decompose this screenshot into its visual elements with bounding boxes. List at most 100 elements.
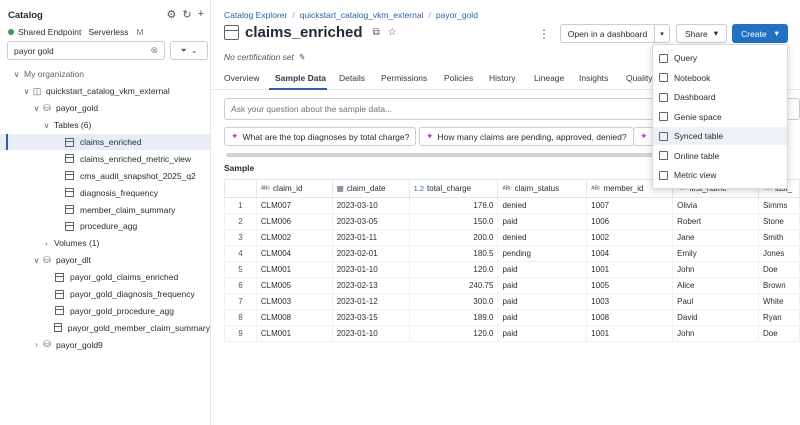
- table-icon: [65, 221, 74, 231]
- create-menu-item[interactable]: Genie space: [653, 108, 787, 126]
- edit-icon[interactable]: ✎: [298, 52, 305, 63]
- table-row: 6 CLM005 2023-02-13 240.75 paid 1005 Alice Brow…: [224, 277, 800, 294]
- table-cell: Stone: [757, 213, 800, 230]
- tree-item[interactable]: procedure_agg: [0, 218, 210, 235]
- tree-item[interactable]: payor_gold_procedure_agg: [0, 302, 210, 319]
- dashboard-icon: [659, 92, 668, 102]
- column-header[interactable]: ▦ claim_date: [331, 179, 410, 198]
- column-header[interactable]: ᴬᴮᶜ claim_id: [255, 179, 333, 198]
- create-button[interactable]: Create ▾: [732, 24, 788, 43]
- clear-search-icon[interactable]: ⊗: [150, 45, 158, 56]
- chevron-down-icon[interactable]: ∨: [42, 121, 51, 130]
- table-cell: 180.5: [408, 245, 499, 262]
- create-menu-item[interactable]: Dashboard: [653, 88, 787, 106]
- breadcrumb-item[interactable]: quickstart_catalog_vkm_external: [300, 10, 424, 20]
- tab-quality[interactable]: Quality: [626, 73, 652, 83]
- chevron-right-icon[interactable]: ›: [32, 340, 41, 349]
- row-number: 8: [224, 309, 257, 326]
- tree-item[interactable]: payor_gold_diagnosis_frequency: [0, 286, 210, 303]
- table-cell: 2023-01-12: [331, 293, 410, 310]
- chevron-right-icon[interactable]: ›: [42, 239, 51, 248]
- star-icon[interactable]: ☆: [388, 27, 397, 38]
- create-menu-item[interactable]: Synced table: [653, 127, 787, 145]
- catalog-icon: ◫: [32, 85, 42, 96]
- suggestion-chip[interactable]: ✦ How many claims are pending, approved,…: [419, 127, 634, 146]
- table-icon: [55, 272, 64, 282]
- create-menu-item[interactable]: Notebook: [653, 69, 787, 87]
- breadcrumb-item[interactable]: Catalog Explorer: [224, 10, 287, 20]
- tree-item[interactable]: claims_enriched: [0, 133, 210, 151]
- table-cell: 2023-01-10: [331, 261, 410, 278]
- filter-button[interactable]: ⏷ ⌄: [170, 41, 208, 60]
- menu-item-label: Synced table: [674, 131, 724, 141]
- table-cell: CLM006: [255, 213, 333, 230]
- chevron-down-icon[interactable]: ∨: [12, 70, 21, 79]
- table-cell: paid: [497, 277, 588, 294]
- share-button[interactable]: Share ▾: [676, 24, 727, 43]
- settings-icon[interactable]: ⚙: [166, 8, 176, 21]
- tree-item[interactable]: › ⛁ payor_gold9: [0, 336, 210, 353]
- table-icon: [65, 188, 74, 198]
- table-cell: Simms: [757, 197, 800, 214]
- more-options-icon[interactable]: ⋮: [538, 27, 550, 41]
- suggestion-chip[interactable]: ✦ What are the top diagnoses by total ch…: [224, 127, 417, 146]
- chevron-down-icon[interactable]: ∨: [32, 104, 41, 113]
- schema-icon: ⛁: [43, 254, 51, 265]
- open-in-dashboard-button[interactable]: Open in a dashboard: [560, 24, 655, 43]
- menu-item-label: Query: [674, 53, 698, 63]
- table-row: 8 CLM008 2023-03-15 189.0 paid 1008 David Ryan: [224, 309, 800, 326]
- tab-history[interactable]: History: [489, 73, 515, 83]
- create-menu-item[interactable]: Metric view: [653, 166, 787, 184]
- tree-item[interactable]: ∨ ◫ quickstart_catalog_vkm_external: [0, 83, 210, 100]
- tree-item-label: member_claim_summary: [80, 204, 176, 215]
- tree-item[interactable]: member_claim_summary: [0, 201, 210, 218]
- table-cell: 120.0: [408, 261, 499, 278]
- tree-item[interactable]: payor_gold_claims_enriched: [0, 269, 210, 286]
- horizontal-scrollbar[interactable]: [226, 153, 656, 157]
- chevron-down-icon[interactable]: ∨: [22, 87, 31, 96]
- chip-label: What are the top diagnoses by total char…: [242, 131, 410, 142]
- tab-insights[interactable]: Insights: [579, 73, 608, 83]
- tree-item[interactable]: › Volumes (1): [0, 235, 210, 252]
- column-header[interactable]: ᴬᴮᶜ claim_status: [497, 179, 588, 198]
- endpoint-extra: M: [136, 27, 144, 37]
- schema-icon: ⛁: [43, 339, 51, 350]
- tree-item[interactable]: ∨ ⛁ payor_gold: [0, 100, 210, 117]
- tab-lineage[interactable]: Lineage: [534, 73, 564, 83]
- copy-icon[interactable]: ⧉: [373, 27, 380, 38]
- tree-item[interactable]: claims_enriched_metric_view: [0, 150, 210, 167]
- table-cell: 2023-03-15: [331, 309, 410, 326]
- tab-overview[interactable]: Overview: [224, 73, 259, 83]
- tree-item[interactable]: ∨ My organization: [0, 66, 210, 83]
- table-row: 2 CLM006 2023-03-05 150.0 paid 1006 Robert Ston…: [224, 213, 800, 230]
- row-number: 2: [224, 213, 257, 230]
- online-table-icon: [659, 151, 668, 160]
- add-icon[interactable]: +: [198, 8, 204, 21]
- menu-item-label: Online table: [674, 150, 720, 161]
- catalog-search-input[interactable]: payor gold ⊗: [7, 41, 165, 60]
- tab-sample-data[interactable]: Sample Data: [275, 73, 326, 83]
- breadcrumb-item[interactable]: payor_gold: [436, 10, 478, 20]
- column-header[interactable]: 1.2 total_charge: [408, 179, 499, 198]
- chevron-down-icon[interactable]: ∨: [32, 256, 41, 265]
- table-cell: 176.0: [408, 197, 499, 214]
- tab-permissions[interactable]: Permissions: [381, 73, 427, 83]
- tab-details[interactable]: Details: [339, 73, 365, 83]
- tree-item[interactable]: diagnosis_frequency: [0, 184, 210, 201]
- tree-item[interactable]: ∨ ⛁ payor_dlt: [0, 252, 210, 269]
- tree-item[interactable]: cms_audit_snapshot_2025_q2: [0, 167, 210, 184]
- tree-item[interactable]: ∨ Tables (6): [0, 117, 210, 134]
- table-cell: 300.0: [408, 293, 499, 310]
- create-menu-item[interactable]: Online table: [653, 147, 787, 165]
- open-dashboard-dropdown[interactable]: ▾: [654, 24, 670, 43]
- table-cell: 1006: [586, 213, 674, 230]
- create-menu-item[interactable]: Query: [653, 49, 787, 67]
- column-name: claim_date: [346, 184, 386, 193]
- endpoint-selector[interactable]: Shared Endpoint Serverless M: [8, 27, 144, 37]
- endpoint-status-icon: [8, 29, 14, 35]
- tab-policies[interactable]: Policies: [444, 73, 473, 83]
- tree-item[interactable]: payor_gold_member_claim_summary: [0, 319, 210, 336]
- table-cell: 1001: [586, 325, 674, 342]
- refresh-icon[interactable]: ↻: [182, 8, 191, 21]
- table-cell: CLM003: [255, 293, 333, 310]
